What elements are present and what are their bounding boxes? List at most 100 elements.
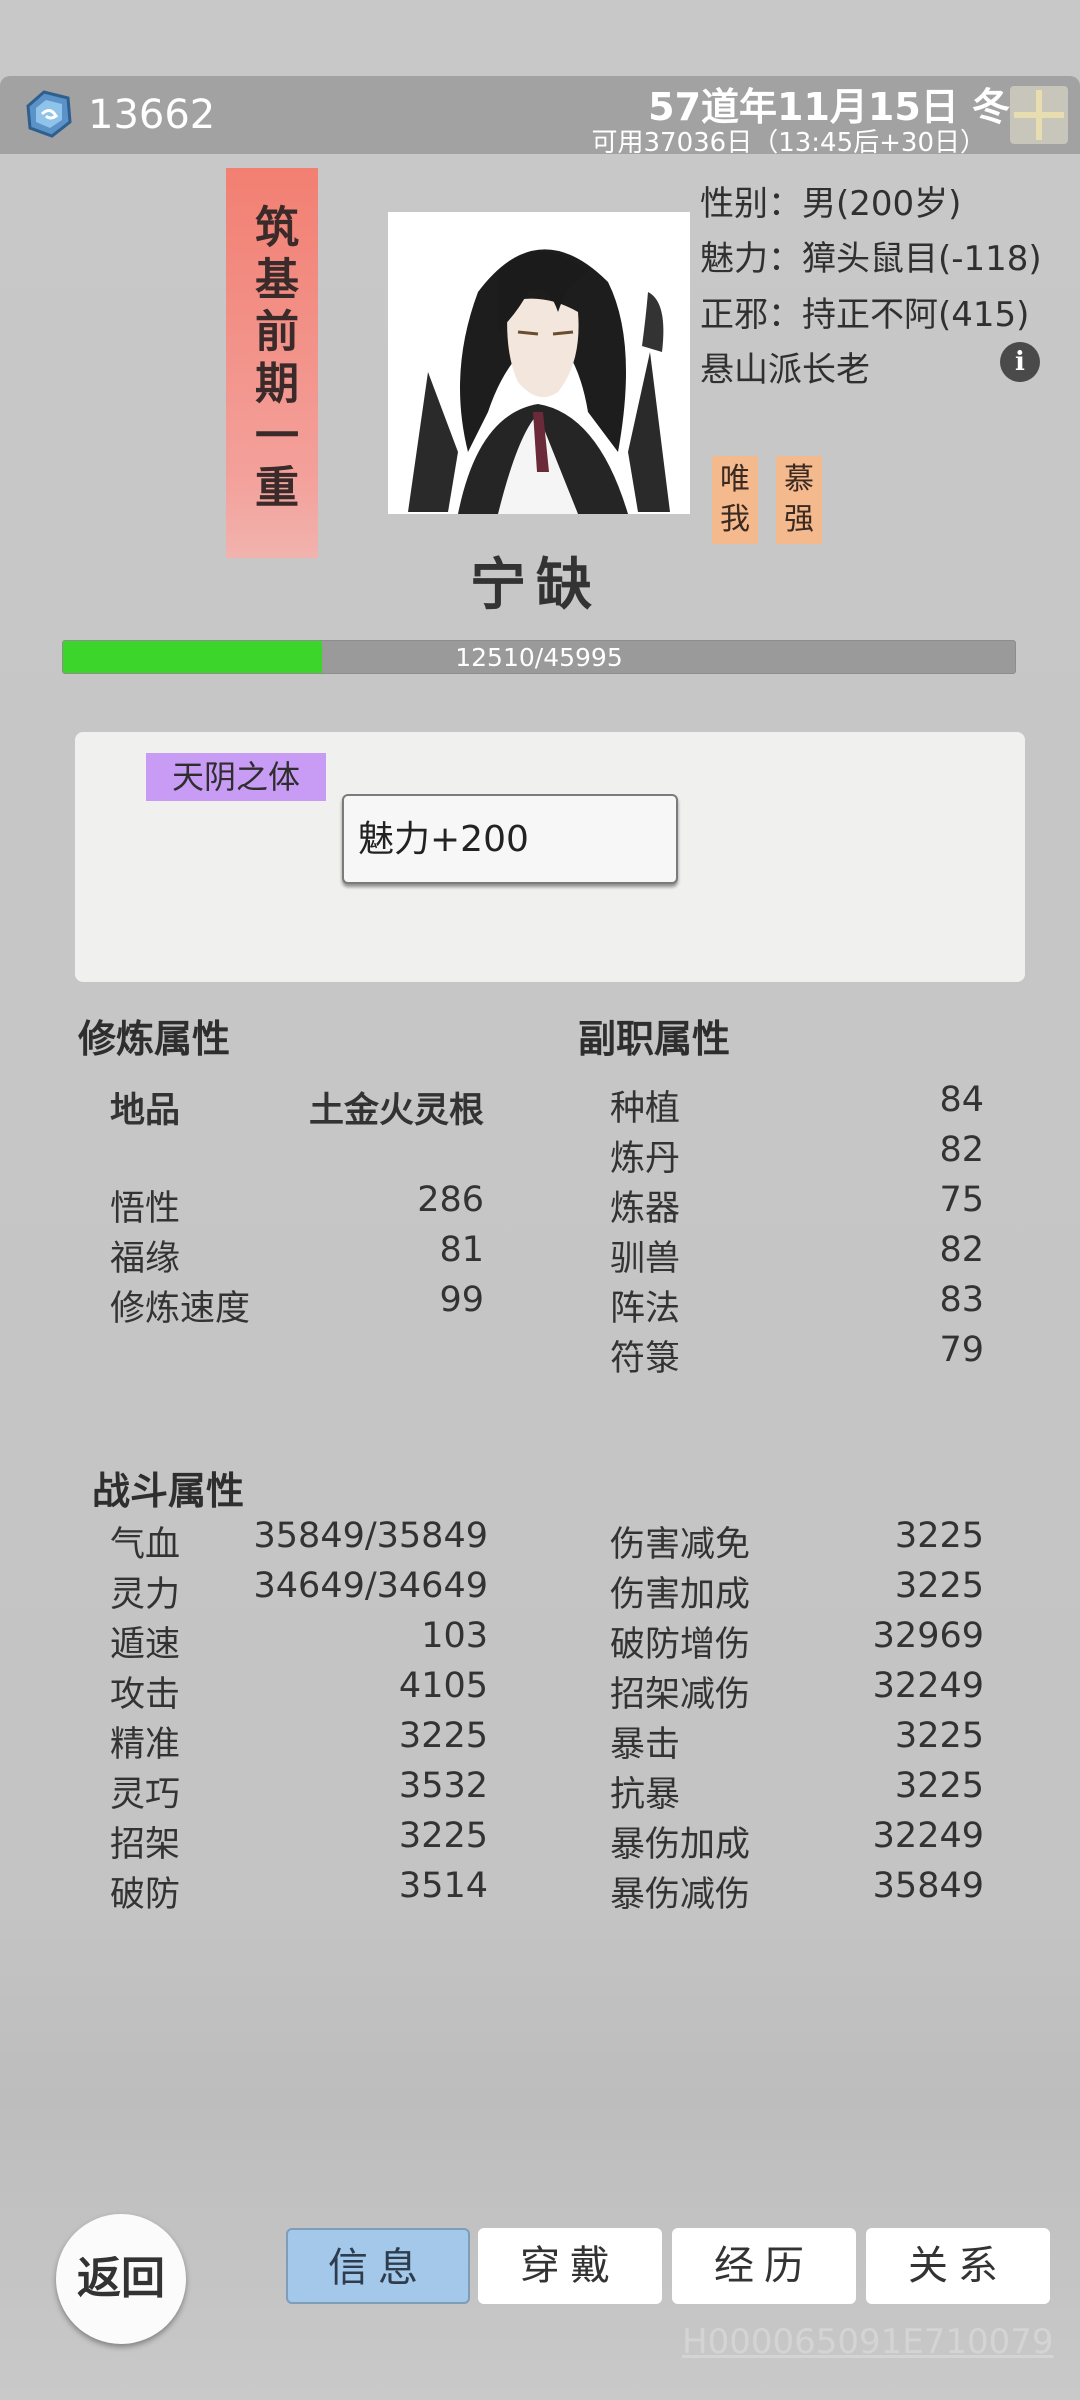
combat-stat-row: 破防增伤 32969 — [610, 1616, 984, 1666]
combat-stat-row: 暴击 3225 — [610, 1716, 984, 1766]
stat-value: 35849/35849 — [253, 1516, 488, 1556]
stat-value: 3514 — [398, 1866, 488, 1906]
stat-value: 82 — [939, 1230, 984, 1270]
stat-label: 伤害加成 — [610, 1575, 751, 1615]
stat-label: 种植 — [610, 1089, 681, 1129]
stat-label: 炼丹 — [610, 1139, 681, 1179]
experience-bar: 12510/45995 — [62, 640, 1016, 674]
stat-label: 遁速 — [110, 1625, 181, 1665]
stat-value: 3225 — [894, 1566, 984, 1606]
realm-banner: 筑基前期一重 — [226, 168, 318, 558]
secondary-stat-row: 符箓 79 — [610, 1330, 984, 1380]
info-icon[interactable]: i — [1000, 342, 1040, 382]
combat-stat-row: 伤害加成 3225 — [610, 1566, 984, 1616]
cultivation-stat-row: 福缘 81 — [110, 1230, 484, 1280]
stat-value: 3225 — [894, 1766, 984, 1806]
combat-stat-row: 抗暴 3225 — [610, 1766, 984, 1816]
stat-label: 精准 — [110, 1725, 181, 1765]
root-type: 土金火灵根 — [308, 1091, 484, 1131]
secondary-stat-row: 阵法 83 — [610, 1280, 984, 1330]
cultivation-stat-row: 修炼速度 99 — [110, 1280, 484, 1330]
stat-label: 招架 — [110, 1825, 181, 1865]
personality-tag[interactable]: 唯我 — [712, 456, 758, 544]
stat-label: 气血 — [110, 1525, 181, 1565]
stat-label: 炼器 — [610, 1189, 681, 1229]
stat-value: 3225 — [398, 1816, 488, 1856]
stat-value: 3225 — [894, 1716, 984, 1756]
combat-stat-row: 攻击 4105 — [110, 1666, 488, 1716]
combat-stat-row: 精准 3225 — [110, 1716, 488, 1766]
stat-value: 103 — [421, 1616, 488, 1656]
combat-stat-row: 暴伤减伤 35849 — [610, 1866, 984, 1916]
stat-value: 4105 — [398, 1666, 488, 1706]
spirit-stone-icon — [22, 88, 74, 140]
stat-label: 暴击 — [610, 1725, 681, 1765]
combat-stat-row: 伤害减免 3225 — [610, 1516, 984, 1566]
stat-label: 暴伤减伤 — [610, 1875, 751, 1915]
stat-label: 暴伤加成 — [610, 1825, 751, 1865]
cultivation-stat-row: 悟性 286 — [110, 1180, 484, 1230]
tab-history[interactable]: 经历 — [672, 2228, 856, 2304]
combat-stat-row: 遁速 103 — [110, 1616, 488, 1666]
sect-role: 悬山派长老 — [700, 350, 870, 390]
combat-stat-row: 暴伤加成 32249 — [610, 1816, 984, 1866]
days-available: 可用37036日（13:45后+30日） — [591, 128, 986, 158]
gender-age: 性别：男(200岁) — [700, 184, 962, 224]
charm-stat: 魅力：獐头鼠目(-118) — [700, 239, 1042, 279]
secondary-stats: 种植 84 炼丹 82 炼器 75 驯兽 82 阵法 83 符箓 79 — [610, 1080, 984, 1380]
stat-value: 75 — [939, 1180, 984, 1220]
combat-stats-right: 伤害减免 3225 伤害加成 3225 破防增伤 32969 招架减伤 32249 暴击 3225… — [610, 1516, 984, 1916]
combat-stat-row: 招架减伤 32249 — [610, 1666, 984, 1716]
plus-icon[interactable] — [1010, 86, 1068, 144]
tab-info[interactable]: 信息 — [286, 2228, 470, 2304]
combat-stat-row: 招架 3225 — [110, 1816, 488, 1866]
combat-stat-row: 破防 3514 — [110, 1866, 488, 1916]
secondary-stat-row: 种植 84 — [610, 1080, 984, 1130]
stat-value: 82 — [939, 1130, 984, 1170]
stat-value: 99 — [439, 1280, 484, 1320]
stat-value: 84 — [939, 1080, 984, 1120]
stat-label: 招架减伤 — [610, 1675, 751, 1715]
stat-value: 3225 — [398, 1716, 488, 1756]
secondary-stat-row: 炼器 75 — [610, 1180, 984, 1230]
cultivation-heading: 修炼属性 — [78, 1017, 231, 1061]
stat-label: 灵力 — [110, 1575, 181, 1615]
stat-label: 灵巧 — [110, 1775, 181, 1815]
stat-value: 32249 — [872, 1816, 984, 1856]
secondary-stat-row: 炼丹 82 — [610, 1130, 984, 1180]
stat-label: 修炼速度 — [110, 1289, 251, 1329]
tab-equipment[interactable]: 穿戴 — [478, 2228, 662, 2304]
stat-label: 符箓 — [610, 1339, 681, 1379]
back-button[interactable]: 返回 — [56, 2214, 186, 2344]
stat-value: 32969 — [872, 1616, 984, 1656]
character-portrait — [388, 212, 690, 514]
stat-label: 福缘 — [110, 1239, 181, 1279]
trait-tooltip: 魅力+200 — [342, 794, 678, 884]
stat-label: 攻击 — [110, 1675, 181, 1715]
combat-heading: 战斗属性 — [92, 1469, 245, 1513]
secondary-heading: 副职属性 — [578, 1017, 731, 1061]
stat-value: 286 — [417, 1180, 484, 1220]
stat-label: 驯兽 — [610, 1239, 681, 1279]
stat-value: 3225 — [894, 1516, 984, 1556]
combat-stat-row: 灵力 34649/34649 — [110, 1566, 488, 1616]
combat-stat-row: 气血 35849/35849 — [110, 1516, 488, 1566]
personality-tag[interactable]: 慕强 — [776, 456, 822, 544]
cultivation-stats: 悟性 286 福缘 81 修炼速度 99 — [110, 1180, 484, 1330]
alignment-stat: 正邪：持正不阿(415) — [700, 295, 1030, 335]
tab-relations[interactable]: 关系 — [866, 2228, 1050, 2304]
stat-value: 32249 — [872, 1666, 984, 1706]
combat-stat-row: 灵巧 3532 — [110, 1766, 488, 1816]
stat-value: 34649/34649 — [253, 1566, 488, 1606]
stat-value: 79 — [939, 1330, 984, 1370]
stat-value: 83 — [939, 1280, 984, 1320]
stat-label: 抗暴 — [610, 1775, 681, 1815]
stat-label: 破防 — [110, 1875, 181, 1915]
secondary-stat-row: 驯兽 82 — [610, 1230, 984, 1280]
stat-label: 阵法 — [610, 1289, 681, 1329]
currency-amount: 13662 — [88, 92, 216, 138]
experience-text: 12510/45995 — [455, 643, 623, 672]
stat-label: 悟性 — [110, 1189, 181, 1229]
trait-tag[interactable]: 天阴之体 — [146, 753, 326, 801]
combat-stats-left: 气血 35849/35849 灵力 34649/34649 遁速 103 攻击 4105 精准 3… — [110, 1516, 488, 1916]
